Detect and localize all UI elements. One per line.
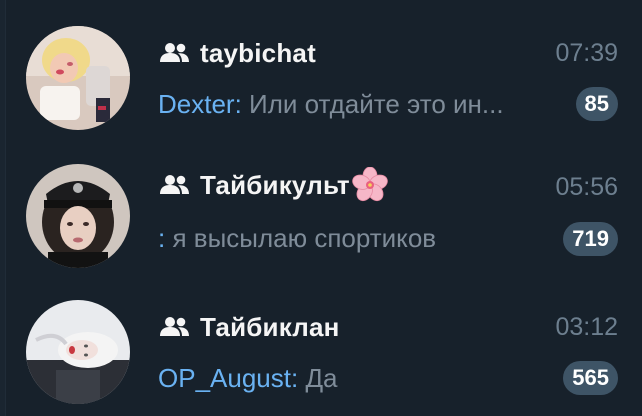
- chat-time: 03:12: [555, 313, 618, 341]
- avatar: [26, 300, 130, 404]
- chat-title-line: taybichat: [158, 36, 316, 70]
- preview-sender: OP_August:: [158, 363, 299, 393]
- avatar: [26, 164, 130, 268]
- cherry-blossom-icon: [352, 167, 388, 202]
- unread-badge: 565: [563, 361, 618, 395]
- group-icon: [160, 43, 189, 62]
- chat-title-line: Тайбиклан: [158, 310, 340, 344]
- preview-sender: :: [158, 223, 166, 253]
- chat-time: 05:56: [555, 173, 618, 201]
- message-preview: Dexter: Или отдайте это ин...: [158, 86, 548, 122]
- chat-title: Тайбикульт: [200, 169, 350, 200]
- chat-time: 07:39: [555, 39, 618, 67]
- preview-text: я высылаю спортиков: [172, 223, 437, 253]
- message-preview: : я высылаю спортиков: [158, 220, 548, 256]
- message-preview: OP_August: Да: [158, 360, 548, 396]
- preview-text: Да: [305, 363, 338, 393]
- unread-badge: 85: [575, 87, 618, 121]
- chat-list: taybichat 07:39 Dexter: Или отдайте это …: [0, 0, 642, 416]
- preview-sender: Dexter:: [158, 89, 242, 119]
- chat-title: taybichat: [200, 37, 316, 68]
- chat-item-taybikult[interactable]: Тайбикульт 05:56 : я высылаю спортиков 7…: [0, 138, 642, 276]
- chat-item-taybichat[interactable]: taybichat 07:39 Dexter: Или отдайте это …: [0, 0, 642, 138]
- chat-title: Тайбиклан: [200, 311, 340, 342]
- group-icon: [160, 175, 189, 194]
- unread-badge: 719: [563, 222, 618, 256]
- chat-item-taybiklan[interactable]: Тайбиклан 03:12 OP_August: Да 565: [0, 276, 642, 414]
- chat-title-line: Тайбикульт: [158, 167, 388, 202]
- avatar: [26, 26, 130, 130]
- group-icon: [160, 317, 189, 336]
- preview-text: Или отдайте это ин...: [249, 89, 504, 119]
